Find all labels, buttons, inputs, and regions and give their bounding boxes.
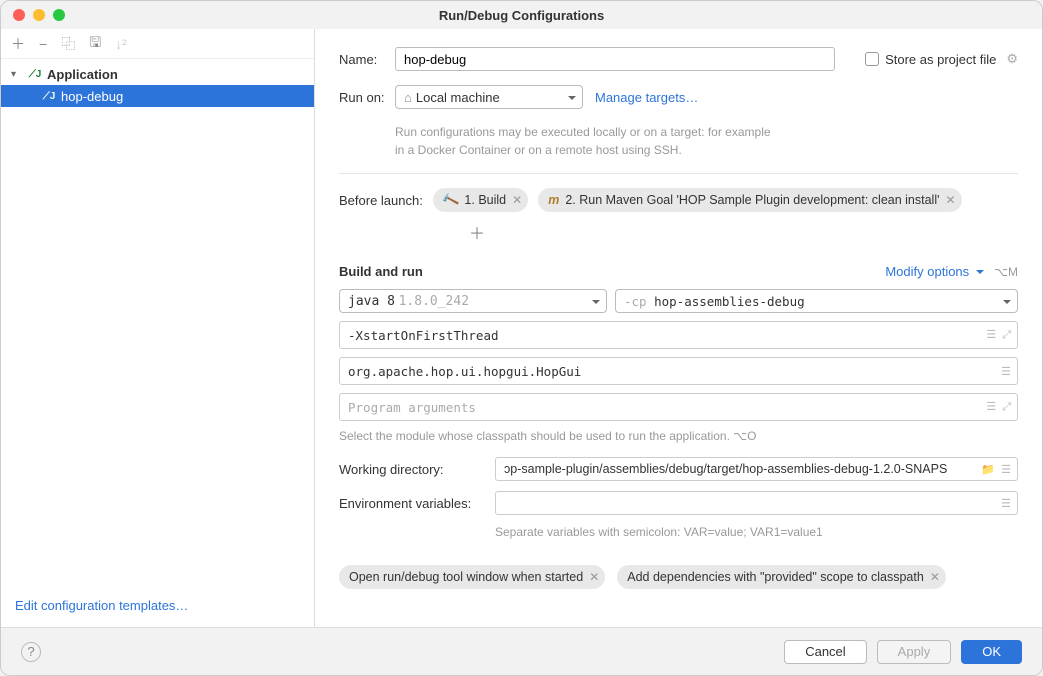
vm-options-input[interactable]: -XstartOnFirstThread ☰⤢ xyxy=(339,321,1018,349)
remove-config-icon[interactable]: − xyxy=(39,36,47,52)
modify-options-link[interactable]: Modify options xyxy=(885,264,984,279)
maven-icon: m xyxy=(548,193,559,207)
ok-button[interactable]: OK xyxy=(961,640,1022,664)
run-on-label: Run on: xyxy=(339,90,395,105)
hammer-icon: 🔨 xyxy=(441,190,461,209)
remove-chip-icon[interactable]: ✕ xyxy=(589,570,599,584)
folder-icon[interactable]: 📁 xyxy=(981,463,995,476)
tree-node-application[interactable]: ▾ ⟋J Application xyxy=(1,63,314,85)
remove-chip-icon[interactable]: ✕ xyxy=(512,193,522,207)
run-on-hint: Run configurations may be executed local… xyxy=(395,123,775,159)
sidebar-toolbar: ＋ − ⿻ 🖫 ↓² xyxy=(1,29,314,59)
add-config-icon[interactable]: ＋ xyxy=(11,34,25,54)
env-hint: Separate variables with semicolon: VAR=v… xyxy=(495,525,1018,539)
sort-config-icon[interactable]: ↓² xyxy=(115,36,127,52)
remove-chip-icon[interactable]: ✕ xyxy=(946,193,956,207)
store-label: Store as project file xyxy=(885,52,996,67)
save-config-icon[interactable]: 🖫 xyxy=(89,32,101,56)
expand-icon[interactable]: ⤢ xyxy=(1002,328,1011,342)
tree-label: hop-debug xyxy=(61,89,123,104)
remove-chip-icon[interactable]: ✕ xyxy=(930,570,940,584)
working-directory-label: Working directory: xyxy=(339,462,487,477)
classpath-dropdown[interactable]: -cp hop-assemblies-debug xyxy=(615,289,1018,313)
copy-config-icon[interactable]: ⿻ xyxy=(61,34,75,54)
cancel-button[interactable]: Cancel xyxy=(784,640,866,664)
list-icon[interactable]: ☰ xyxy=(986,400,996,414)
titlebar: Run/Debug Configurations xyxy=(1,1,1042,29)
build-and-run-title: Build and run xyxy=(339,264,423,279)
tree-label: Application xyxy=(47,67,118,82)
env-variables-label: Environment variables: xyxy=(339,496,487,511)
list-icon[interactable]: ☰ xyxy=(1001,463,1011,476)
working-directory-input[interactable]: ɔp-sample-plugin/assemblies/debug/target… xyxy=(495,457,1018,481)
list-icon[interactable]: ☰ xyxy=(1001,365,1011,378)
env-variables-input[interactable]: ☰ xyxy=(495,491,1018,515)
home-icon: ⌂ xyxy=(404,90,412,105)
before-launch-build[interactable]: 🔨 1. Build ✕ xyxy=(433,188,528,212)
apply-button: Apply xyxy=(877,640,952,664)
option-provided-scope[interactable]: Add dependencies with "provided" scope t… xyxy=(617,565,946,589)
store-as-project-file-checkbox[interactable] xyxy=(865,52,879,66)
tree-node-hop-debug[interactable]: ⟋J hop-debug xyxy=(1,85,314,107)
edit-templates-link[interactable]: Edit configuration templates… xyxy=(15,598,188,613)
before-launch-label: Before launch: xyxy=(339,193,423,208)
main-class-input[interactable]: org.apache.hop.ui.hopgui.HopGui ☰ xyxy=(339,357,1018,385)
option-open-tool-window[interactable]: Open run/debug tool window when started … xyxy=(339,565,605,589)
module-hint: Select the module whose classpath should… xyxy=(339,429,1018,443)
gear-icon[interactable]: ⚙ xyxy=(1006,51,1018,67)
help-button[interactable]: ? xyxy=(21,642,41,662)
run-on-dropdown[interactable]: ⌂ Local machine xyxy=(395,85,583,109)
name-input[interactable] xyxy=(395,47,835,71)
name-label: Name: xyxy=(339,52,395,67)
config-tree: ▾ ⟋J Application ⟋J hop-debug xyxy=(1,59,314,588)
manage-targets-link[interactable]: Manage targets… xyxy=(595,90,698,105)
program-arguments-input[interactable]: Program arguments ☰⤢ xyxy=(339,393,1018,421)
list-icon[interactable]: ☰ xyxy=(986,328,996,342)
expand-icon[interactable]: ⤢ xyxy=(1002,400,1011,414)
modify-options-shortcut: ⌥M xyxy=(994,265,1018,279)
list-icon[interactable]: ☰ xyxy=(1001,497,1011,510)
jre-dropdown[interactable]: java 8 1.8.0_242 xyxy=(339,289,607,313)
add-before-launch-icon[interactable]: ＋ xyxy=(469,220,1018,244)
before-launch-maven[interactable]: m 2. Run Maven Goal 'HOP Sample Plugin d… xyxy=(538,188,961,212)
application-icon: ⟋J xyxy=(27,67,43,81)
chevron-down-icon[interactable]: ▾ xyxy=(11,69,23,80)
application-icon: ⟋J xyxy=(41,89,57,103)
window-title: Run/Debug Configurations xyxy=(1,8,1042,23)
